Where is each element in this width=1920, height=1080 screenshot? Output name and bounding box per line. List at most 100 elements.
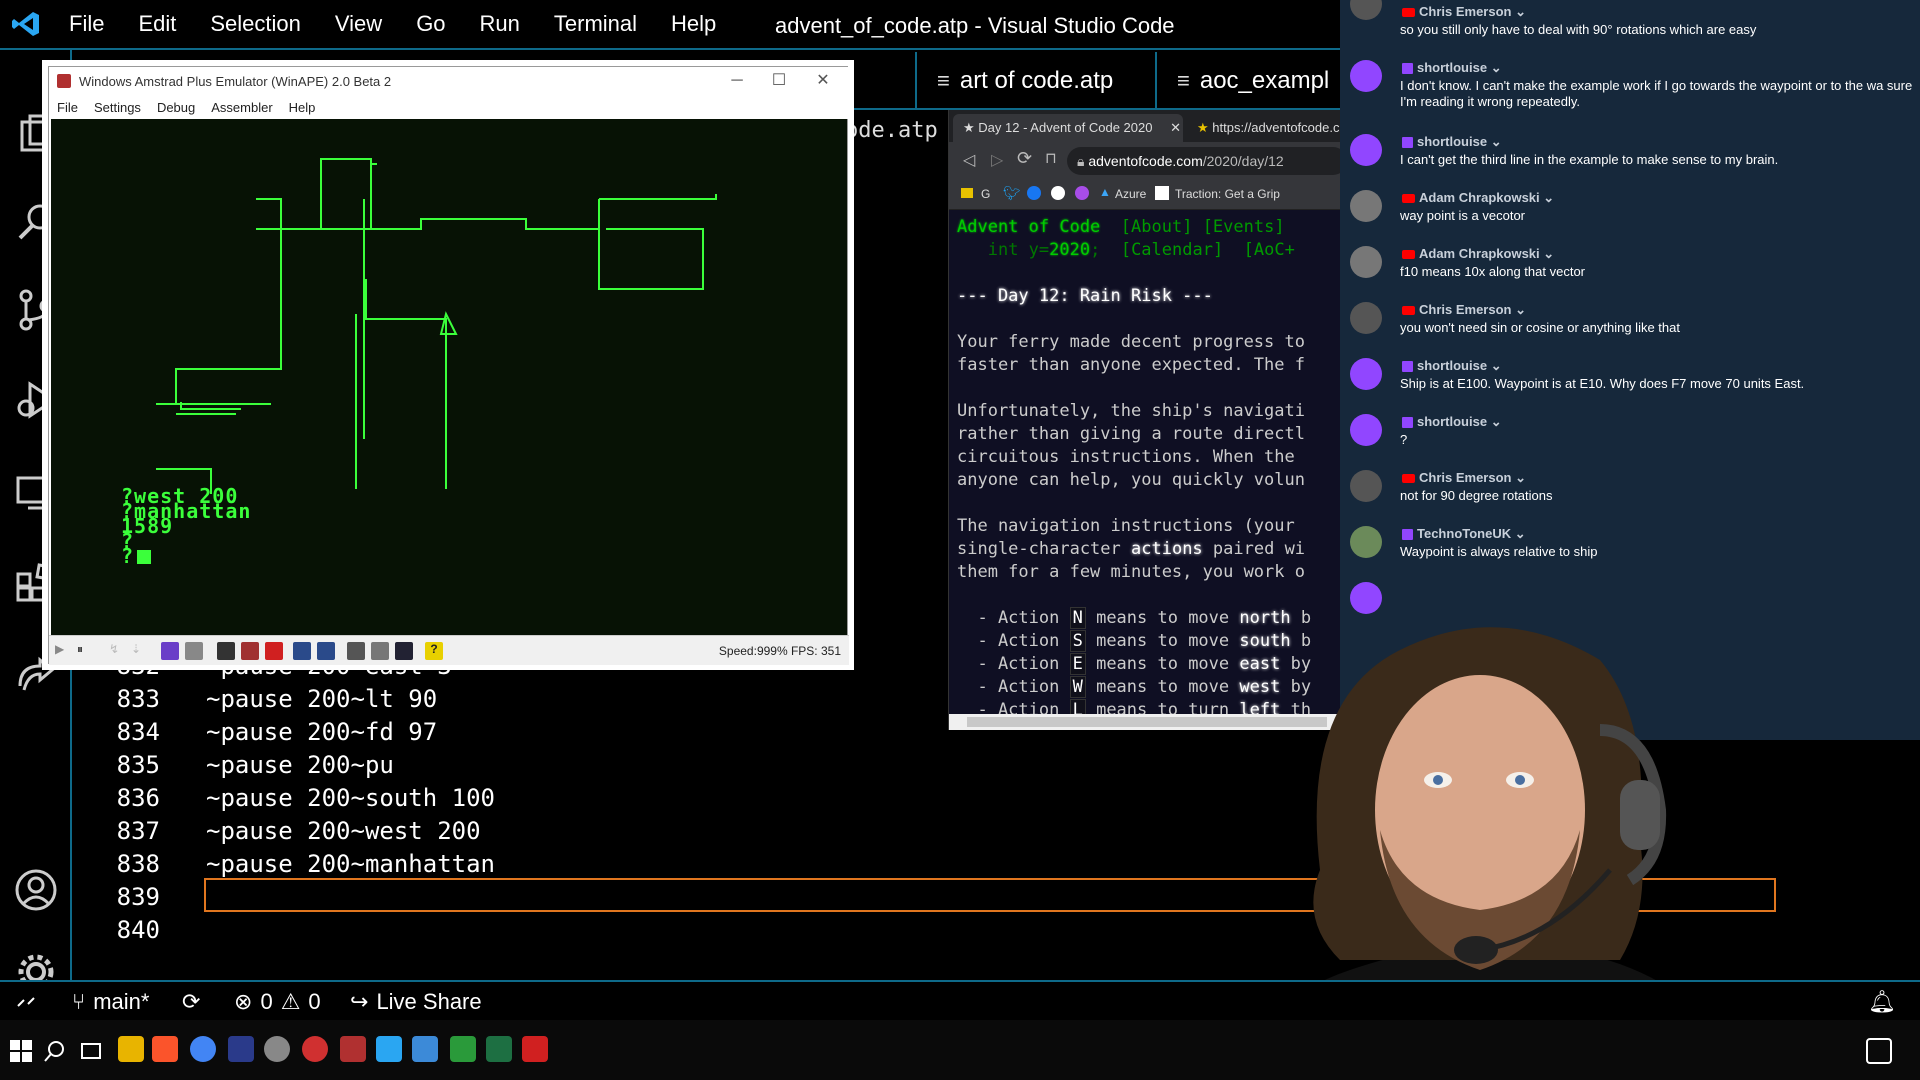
browser-tab-2[interactable]: ★ https://adventofcode.co	[1187, 114, 1340, 142]
bookmark-traction[interactable]: Traction: Get a Grip	[1175, 187, 1280, 201]
winape-taskbar-icon[interactable]	[340, 1036, 366, 1062]
chat-username: Chris Emerson ⌄	[1402, 4, 1526, 20]
aoc-site-title[interactable]: Advent of Code	[957, 217, 1100, 237]
app-green-icon[interactable]	[450, 1036, 476, 1062]
app-icon[interactable]	[228, 1036, 254, 1062]
close-icon[interactable]: ✕	[813, 71, 833, 91]
task-view-icon[interactable]	[78, 1038, 104, 1064]
bookmark-icon[interactable]: ⊓	[1045, 149, 1057, 167]
obs-icon[interactable]	[264, 1036, 290, 1062]
url-field[interactable]: 🔒︎ adventofcode.com/2020/day/12	[1067, 147, 1340, 175]
messenger-icon[interactable]	[1075, 186, 1089, 200]
account-icon[interactable]	[14, 868, 58, 912]
debugger-icon[interactable]	[347, 642, 365, 660]
disk-manager-icon[interactable]	[185, 642, 203, 660]
vscode-logo-icon[interactable]	[0, 0, 52, 49]
tape-icon[interactable]	[241, 642, 259, 660]
chat-message: shortlouise ⌄ I can't get the third line…	[1340, 132, 1920, 188]
step-over-icon[interactable]: ⇣	[131, 642, 149, 660]
disk-b-icon[interactable]	[317, 642, 335, 660]
winape-menu-assembler[interactable]: Assembler	[203, 97, 280, 119]
browser-tab-active[interactable]: ★ Day 12 - Advent of Code 2020 ✕	[953, 114, 1183, 142]
aoc-nav-aocplus[interactable]: [AoC+	[1244, 240, 1295, 260]
maximize-icon[interactable]: ☐	[769, 71, 789, 91]
rom-icon[interactable]	[161, 642, 179, 660]
minimize-icon[interactable]: ─	[727, 71, 747, 91]
bookmarks-bar: G 🐦︎ ▲ Azure Traction: Get a Grip	[949, 180, 1340, 210]
tab-aoc-example[interactable]: ≡ aoc_exampl	[1157, 52, 1357, 110]
winape-menu-debug[interactable]: Debug	[149, 97, 203, 119]
aoc-emphasis: actions	[1131, 539, 1203, 559]
disk-a-icon[interactable]	[293, 642, 311, 660]
menu-go[interactable]: Go	[399, 0, 462, 49]
menu-file[interactable]: File	[52, 0, 121, 49]
step-icon[interactable]: ↯	[109, 642, 127, 660]
menu-edit[interactable]: Edit	[121, 0, 193, 49]
chrome-icon[interactable]	[190, 1036, 216, 1062]
winape-menu-file[interactable]: File	[49, 97, 86, 119]
assembler-icon[interactable]	[371, 642, 389, 660]
forward-icon[interactable]: ▷	[991, 150, 1003, 170]
network-icon[interactable]	[395, 642, 413, 660]
bookmark-azure[interactable]: Azure	[1115, 187, 1146, 201]
tab-art-of-code[interactable]: ≡ art of code.atp	[917, 52, 1157, 110]
search-icon[interactable]	[42, 1038, 68, 1064]
file-explorer-icon[interactable]	[118, 1036, 144, 1062]
menu-view[interactable]: View	[318, 0, 399, 49]
line-number: 838	[116, 850, 160, 878]
vscode-status-bar: ⑂ main* ⟳ ⊗ 0 ⚠ 0 ↪ Live Share 🔔︎	[0, 980, 1920, 1020]
remote-icon[interactable]	[16, 982, 36, 1022]
play-icon[interactable]: ▶	[55, 642, 73, 660]
branch-indicator[interactable]: ⑂ main*	[72, 982, 149, 1022]
app-red2-icon[interactable]	[522, 1036, 548, 1062]
sync-icon[interactable]: ⟳	[182, 982, 200, 1022]
notifications-bell-icon[interactable]: 🔔︎	[1868, 982, 1896, 1022]
excel-icon[interactable]	[486, 1036, 512, 1062]
file-lines-icon: ≡	[937, 68, 950, 93]
bookmark-g[interactable]: G	[981, 187, 990, 201]
aoc-year[interactable]: 2020	[1049, 240, 1090, 260]
winape-titlebar[interactable]: Windows Amstrad Plus Emulator (WinAPE) 2…	[49, 67, 849, 97]
problems-indicator[interactable]: ⊗ 0 ⚠ 0	[234, 982, 321, 1022]
aoc-action-prefix: - Action	[957, 654, 1070, 674]
menu-terminal[interactable]: Terminal	[537, 0, 654, 49]
sublime-icon[interactable]	[412, 1036, 438, 1062]
breadcrumb[interactable]: ode.atp	[845, 118, 938, 143]
winape-menu-help[interactable]: Help	[281, 97, 324, 119]
pause-icon[interactable]: ⏸︎	[77, 642, 95, 660]
aoc-nav-about[interactable]: [About]	[1121, 217, 1193, 237]
tab-label: aoc_exampl	[1199, 67, 1330, 94]
app-red-icon[interactable]	[302, 1036, 328, 1062]
amstrad-screen[interactable]: ?west 200 ?manhattan 1589 ? ?	[51, 119, 847, 635]
browser-tab-label: https://adventofcode.co	[1212, 120, 1340, 135]
reload-icon[interactable]: ⟳	[1017, 148, 1032, 169]
browser-tab-strip: ★ Day 12 - Advent of Code 2020 ✕ ★ https…	[949, 110, 1340, 142]
menu-help[interactable]: Help	[654, 0, 733, 49]
chat-message: Chris Emerson ⌄ so you still only have t…	[1340, 0, 1920, 58]
action-center-icon[interactable]	[1866, 1038, 1892, 1064]
menu-run[interactable]: Run	[463, 0, 537, 49]
close-tab-icon[interactable]: ✕	[1170, 120, 1181, 135]
aoc-nav-events[interactable]: [Events]	[1203, 217, 1285, 237]
github-icon[interactable]	[1051, 186, 1065, 200]
windows-start-icon[interactable]	[8, 1038, 34, 1064]
live-share-status[interactable]: ↪ Live Share	[350, 982, 482, 1022]
help-icon[interactable]: ?	[425, 642, 443, 660]
winape-menu-settings[interactable]: Settings	[86, 97, 149, 119]
twitch-icon	[1402, 137, 1413, 149]
chat-text: Waypoint is always relative to ship	[1400, 544, 1598, 559]
menu-selection[interactable]: Selection	[193, 0, 318, 49]
youtube-icon	[1402, 306, 1415, 316]
chat-username: shortlouise ⌄	[1402, 60, 1502, 76]
facebook-icon[interactable]	[1027, 186, 1041, 200]
aoc-action-code: S	[1069, 630, 1086, 652]
vscode-taskbar-icon[interactable]	[376, 1036, 402, 1062]
aoc-nav-calendar[interactable]: [Calendar]	[1121, 240, 1223, 260]
twitter-icon[interactable]: 🐦︎	[1003, 185, 1021, 202]
avatar	[1350, 526, 1382, 558]
record-icon[interactable]	[265, 642, 283, 660]
save-icon[interactable]	[217, 642, 235, 660]
brave-browser-icon[interactable]	[152, 1036, 178, 1062]
back-icon[interactable]: ◁	[963, 150, 975, 170]
twitch-icon	[1402, 63, 1413, 75]
